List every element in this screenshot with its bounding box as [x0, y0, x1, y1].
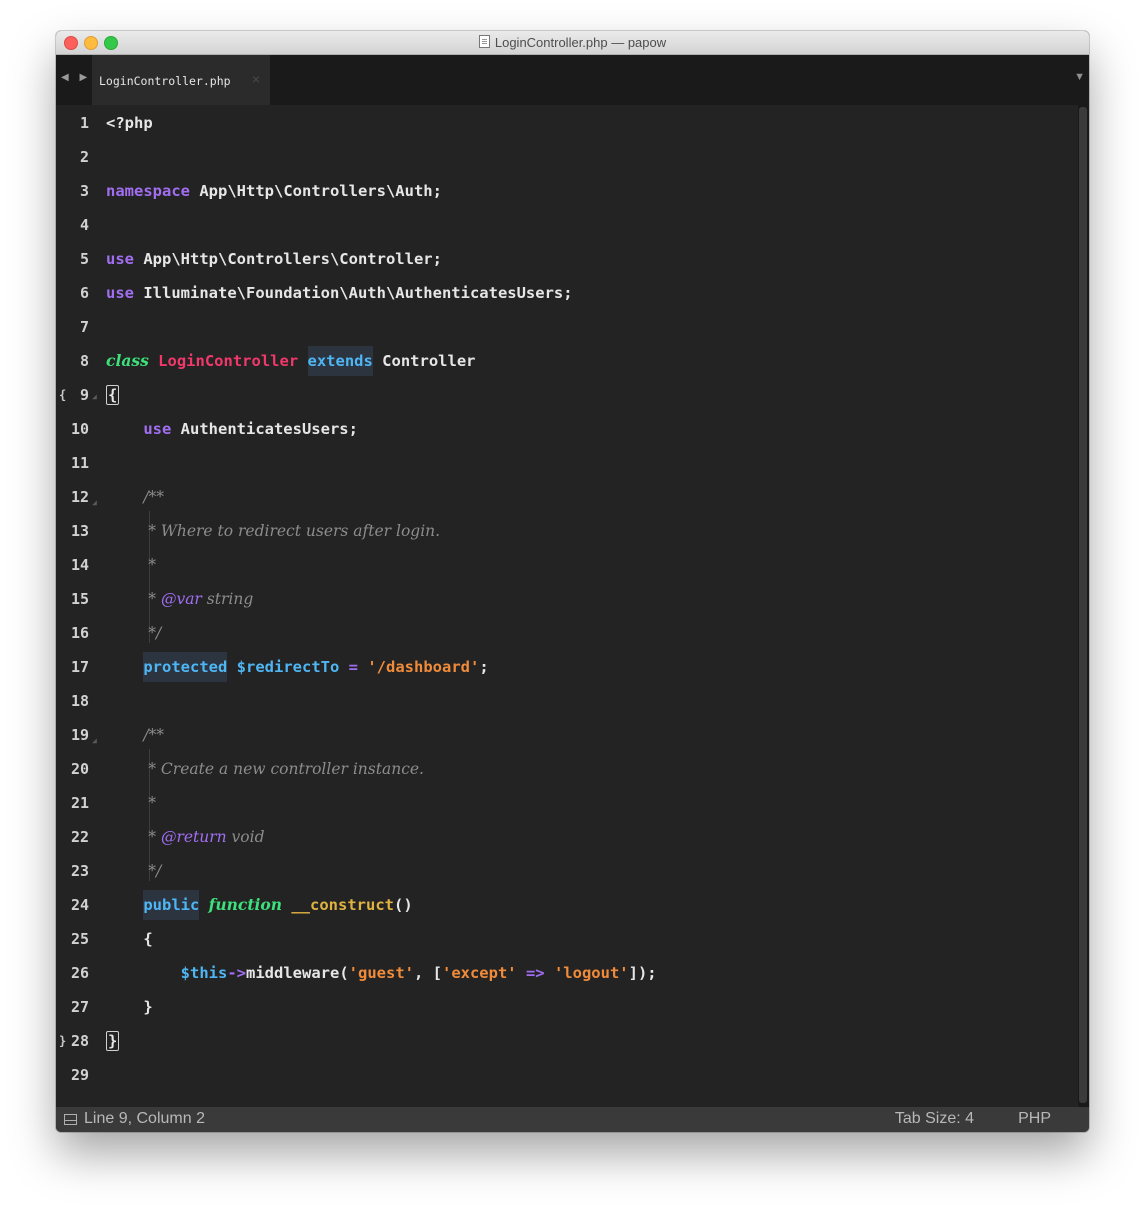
editor-window: LoginController.php — papow ◀ ▶ LoginCon… [56, 31, 1089, 1132]
vertical-scrollbar[interactable] [1078, 105, 1089, 1107]
code-line: 16 */ [70, 624, 162, 642]
code-line: 27 } [70, 998, 153, 1016]
scrollbar-thumb[interactable] [1079, 107, 1087, 1103]
tab-nav-arrows-icon[interactable]: ◀ ▶ [61, 72, 91, 83]
code-line: 8 class LoginController extends Controll… [56, 344, 1078, 378]
code-line: 11 [70, 454, 89, 472]
code-line: 13 * Where to redirect users after login… [70, 522, 441, 540]
cursor-position: Line 9, Column 2 [84, 1110, 205, 1127]
code-line: 12 ◢ /** [56, 480, 1078, 514]
fold-arrow-icon[interactable]: ◢ [92, 380, 97, 414]
matching-brace: } [106, 1031, 120, 1051]
code-line: 22 * @return void [70, 828, 265, 846]
code-line-current: { 9 ◢ { [56, 378, 1078, 412]
tab-logincontroller[interactable]: LoginController.php × [92, 55, 270, 105]
tab-label: LoginController.php [99, 74, 231, 88]
tab-close-icon[interactable]: × [252, 71, 260, 87]
code-line: 17 protected $redirectTo = '/dashboard'; [56, 650, 1078, 684]
code-line: 21 * [70, 794, 157, 812]
status-bar: Line 9, Column 2 Tab Size: 4 PHP [56, 1107, 1089, 1132]
code-line: 15 * @var string [70, 590, 254, 608]
code-line: 10 use AuthenticatesUsers; [70, 420, 358, 438]
tab-bar: ◀ ▶ LoginController.php × ▼ [56, 55, 1089, 105]
code-line: 4 [79, 216, 89, 234]
code-line: 3 namespace App\Http\Controllers\Auth; [79, 182, 442, 200]
code-line: 25 { [70, 930, 153, 948]
code-line: 24 public function __construct() [56, 888, 1078, 922]
window-title: LoginController.php — papow [56, 35, 1089, 50]
code-line: } 28 } [56, 1024, 1078, 1058]
code-line: 18 [70, 692, 89, 710]
code-line: 1 <?php [79, 114, 153, 132]
code-line: 20 * Create a new controller instance. [70, 760, 424, 778]
code-line: 19 ◢ /** [56, 718, 1078, 752]
text-cursor: { [106, 385, 120, 405]
code-line: 14 * [70, 556, 157, 574]
document-icon [478, 35, 490, 48]
syntax-selector[interactable]: PHP [1018, 1110, 1051, 1128]
code-line: 5 use App\Http\Controllers\Controller; [79, 250, 442, 268]
tab-size-selector[interactable]: Tab Size: 4 [895, 1110, 974, 1128]
tab-menu-chevron-icon[interactable]: ▼ [1074, 71, 1085, 83]
code-line: 7 [79, 318, 89, 336]
code-line: 2 [79, 148, 89, 166]
code-line: 6 use Illuminate\Foundation\Auth\Authent… [79, 284, 573, 302]
code-line: 23 */ [70, 862, 162, 880]
code-line: 26 $this->middleware('guest', ['except' … [70, 964, 657, 982]
code-editor[interactable]: 1 <?php 2 3 namespace App\Http\Controlle… [56, 105, 1089, 1107]
title-bar: LoginController.php — papow [56, 31, 1089, 55]
panel-toggle-icon[interactable] [64, 1114, 77, 1125]
code-line: 29 [70, 1066, 89, 1084]
